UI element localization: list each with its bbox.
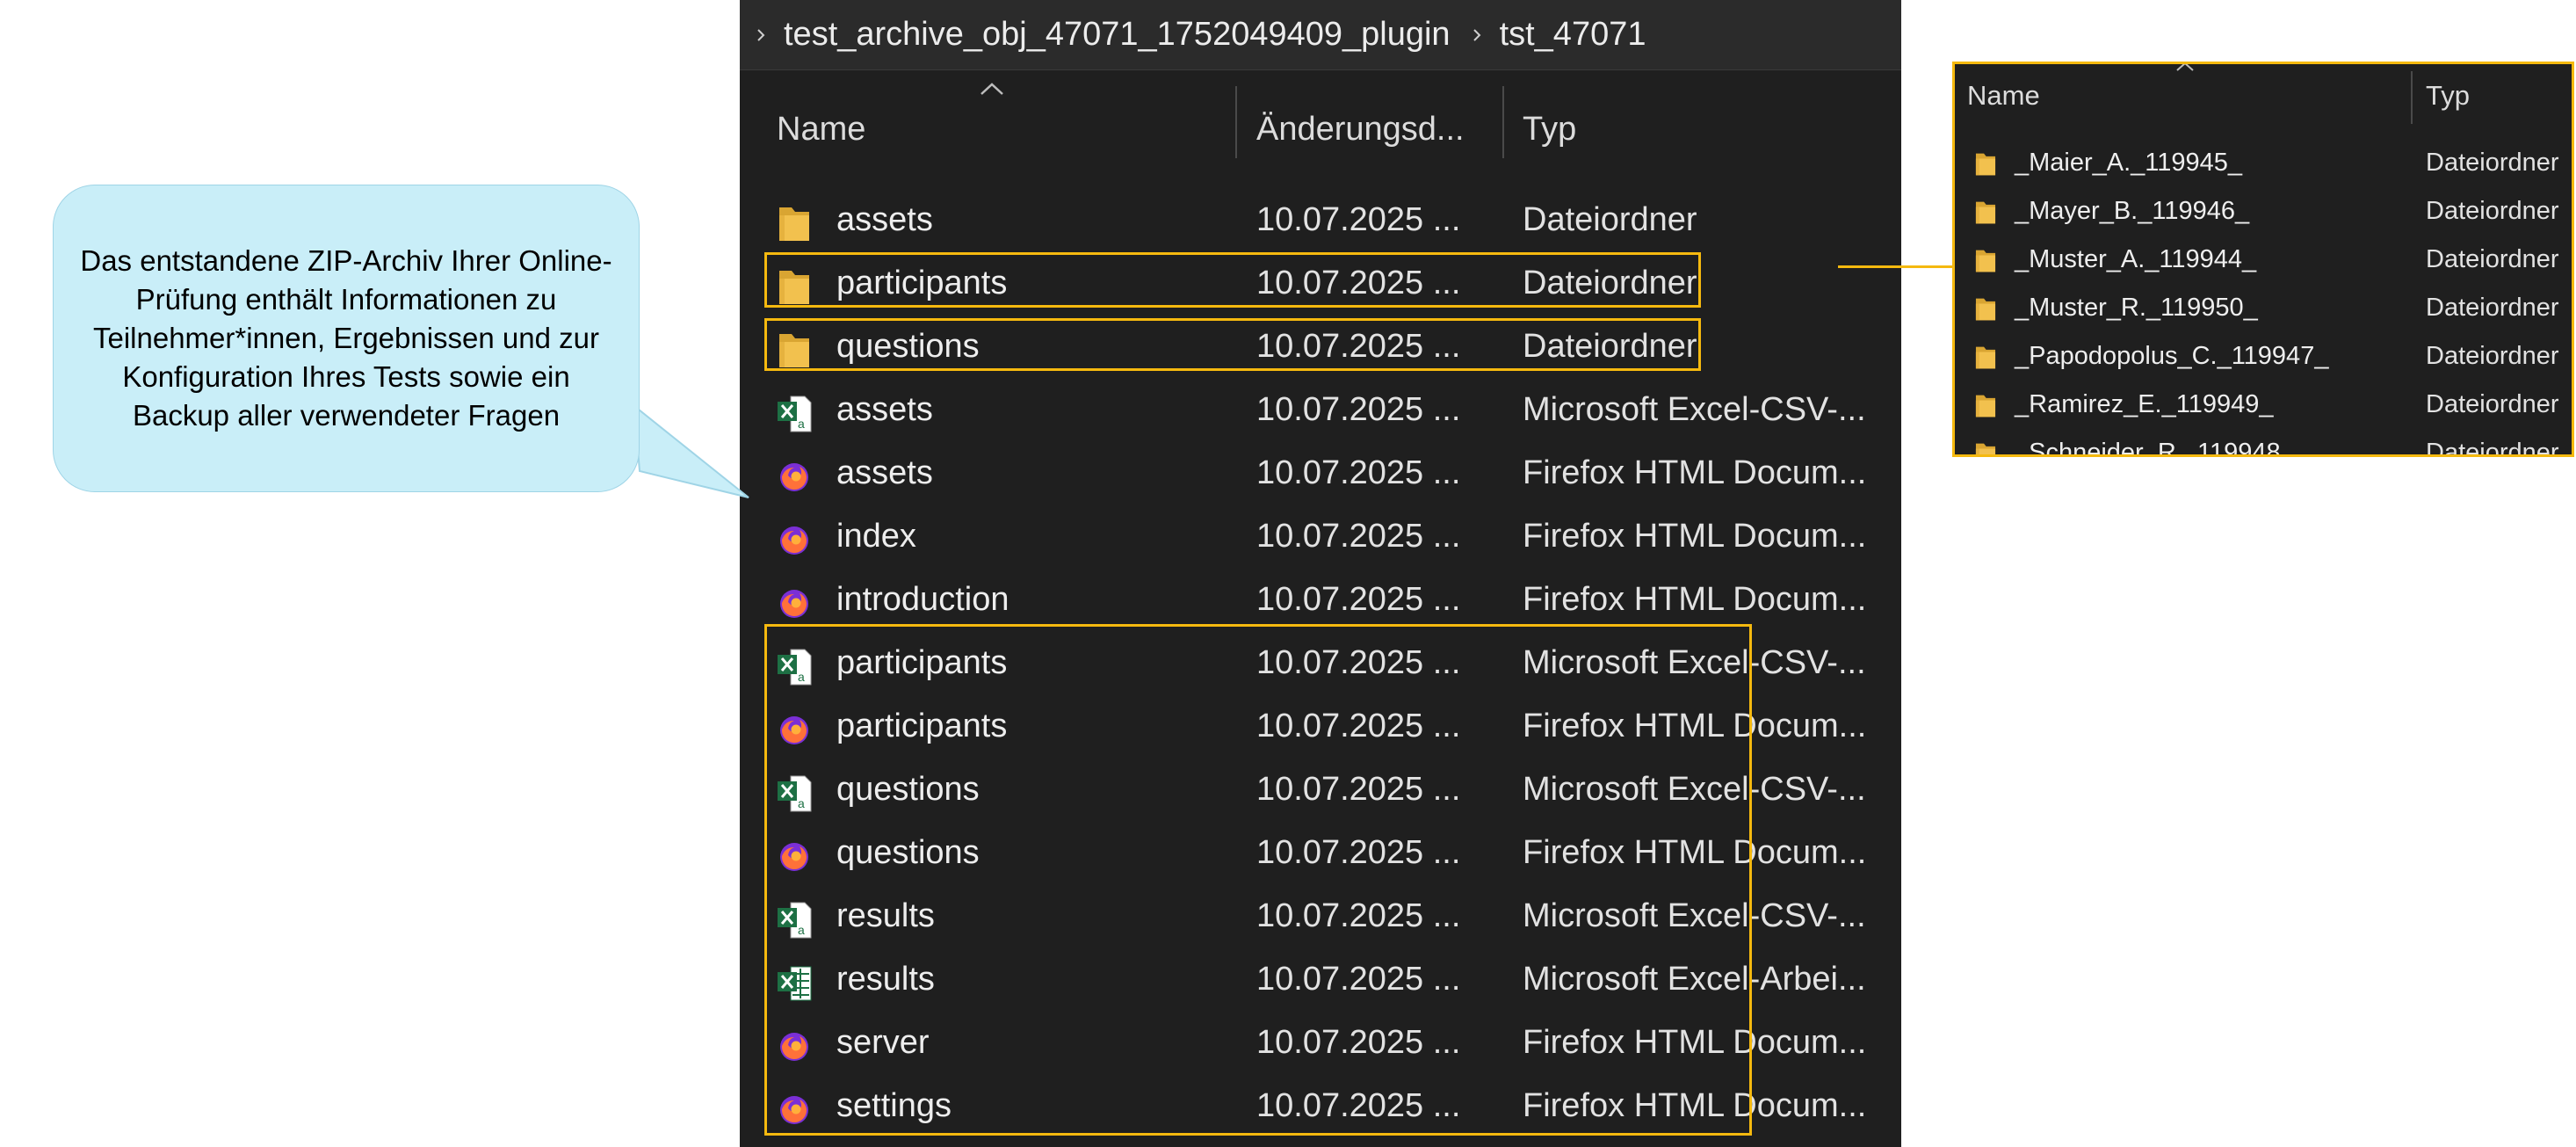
folder-icon — [1974, 392, 1997, 420]
file-row[interactable]: index 10.07.2025 ... Firefox HTML Docum... — [740, 506, 1901, 570]
file-name: introduction — [836, 581, 1009, 618]
folder-name: _Schneider_R._119948_ — [2015, 439, 2295, 457]
column-headers: Name Änderungsd... Typ — [740, 70, 1901, 174]
file-name: index — [836, 518, 916, 555]
svg-text:a: a — [798, 417, 805, 431]
folder-name: _Mayer_B._119946_ — [2015, 197, 2250, 225]
file-name: assets — [836, 391, 933, 428]
folder-icon — [1974, 247, 1997, 275]
folder-type: Dateiordner — [2426, 294, 2559, 322]
panel-column-headers: Name Typ — [1955, 64, 2572, 131]
folder-name: _Maier_A._119945_ — [2015, 149, 2243, 177]
folder-icon — [1974, 440, 1997, 454]
file-explorer: test_archive_obj_47071_1752049409_plugin… — [740, 0, 1901, 1147]
folder-name: _Papodopolus_C._119947_ — [2015, 342, 2329, 370]
panel-column-header-name[interactable]: Name — [1967, 80, 2040, 112]
sort-ascending-icon — [980, 83, 1003, 95]
folder-type: Dateiordner — [2426, 149, 2559, 177]
file-name: assets — [836, 201, 933, 238]
folder-type: Dateiordner — [2426, 245, 2559, 273]
chevron-right-icon — [1473, 28, 1480, 41]
breadcrumb: test_archive_obj_47071_1752049409_plugin… — [740, 0, 1901, 70]
folder-row[interactable]: _Papodopolus_C._119947_ Dateiordner — [1955, 333, 2572, 381]
folder-row[interactable]: _Muster_A._119944_ Dateiordner — [1955, 236, 2572, 284]
file-row[interactable]: assets 10.07.2025 ... Dateiordner — [740, 190, 1901, 253]
firefox-icon — [777, 584, 812, 624]
folder-icon — [1974, 199, 1997, 227]
column-divider[interactable] — [1235, 86, 1237, 158]
folder-row[interactable]: _Schneider_R._119948_ Dateiordner — [1955, 430, 2572, 457]
folder-icon — [1974, 344, 1997, 372]
folder-icon — [1974, 295, 1997, 323]
folder-type: Dateiordner — [2426, 390, 2559, 418]
file-row[interactable]: assets 10.07.2025 ... Firefox HTML Docum..… — [740, 443, 1901, 506]
file-type: Dateiordner — [1523, 201, 1697, 238]
file-modified-date: 10.07.2025 ... — [1256, 518, 1461, 555]
folder-row[interactable]: _Ramirez_E._119949_ Dateiordner — [1955, 381, 2572, 429]
sort-ascending-icon — [2176, 64, 2194, 71]
column-divider[interactable] — [1502, 86, 1504, 158]
breadcrumb-item-tst[interactable]: tst_47071 — [1500, 16, 1646, 54]
file-row[interactable]: a assets 10.07.2025 ... Microsoft Excel-CSV… — [740, 380, 1901, 443]
file-type: Microsoft Excel-CSV-... — [1523, 391, 1866, 428]
folder-type: Dateiordner — [2426, 439, 2559, 457]
file-modified-date: 10.07.2025 ... — [1256, 454, 1461, 491]
column-header-date[interactable]: Änderungsd... — [1256, 111, 1465, 149]
file-type: Firefox HTML Docum... — [1523, 581, 1867, 618]
file-modified-date: 10.07.2025 ... — [1256, 391, 1461, 428]
file-name: assets — [836, 454, 933, 491]
column-divider[interactable] — [2411, 71, 2413, 124]
folder-type: Dateiordner — [2426, 342, 2559, 370]
file-type: Firefox HTML Docum... — [1523, 518, 1867, 555]
folder-name: _Ramirez_E._119949_ — [2015, 390, 2274, 418]
folder-row[interactable]: _Mayer_B._119946_ Dateiordner — [1955, 188, 2572, 236]
folder-type: Dateiordner — [2426, 197, 2559, 225]
file-type: Firefox HTML Docum... — [1523, 454, 1867, 491]
column-header-type[interactable]: Typ — [1523, 111, 1576, 149]
highlight-questions-folder — [764, 318, 1701, 371]
highlight-participants-folder — [764, 252, 1701, 308]
highlight-export-files — [764, 624, 1752, 1136]
file-modified-date: 10.07.2025 ... — [1256, 201, 1461, 238]
info-callout: Das entstandene ZIP-Archiv Ihrer Online-… — [53, 185, 640, 492]
breadcrumb-item-archive[interactable]: test_archive_obj_47071_1752049409_plugin — [784, 16, 1451, 54]
folder-icon — [1974, 150, 1997, 178]
folder-name: _Muster_A._119944_ — [2015, 245, 2257, 273]
participants-folder-panel: Name Typ _Maier_A._119945_ Dateiordner _Ma… — [1952, 62, 2574, 457]
folder-row[interactable]: _Maier_A._119945_ Dateiordner — [1955, 140, 2572, 187]
connector-line — [1838, 265, 1952, 268]
folder-row[interactable]: _Muster_R._119950_ Dateiordner — [1955, 285, 2572, 332]
folder-name: _Muster_R._119950_ — [2015, 294, 2258, 322]
callout-text: Das entstandene ZIP-Archiv Ihrer Online-… — [80, 244, 612, 432]
panel-column-header-type[interactable]: Typ — [2426, 80, 2470, 112]
file-modified-date: 10.07.2025 ... — [1256, 581, 1461, 618]
